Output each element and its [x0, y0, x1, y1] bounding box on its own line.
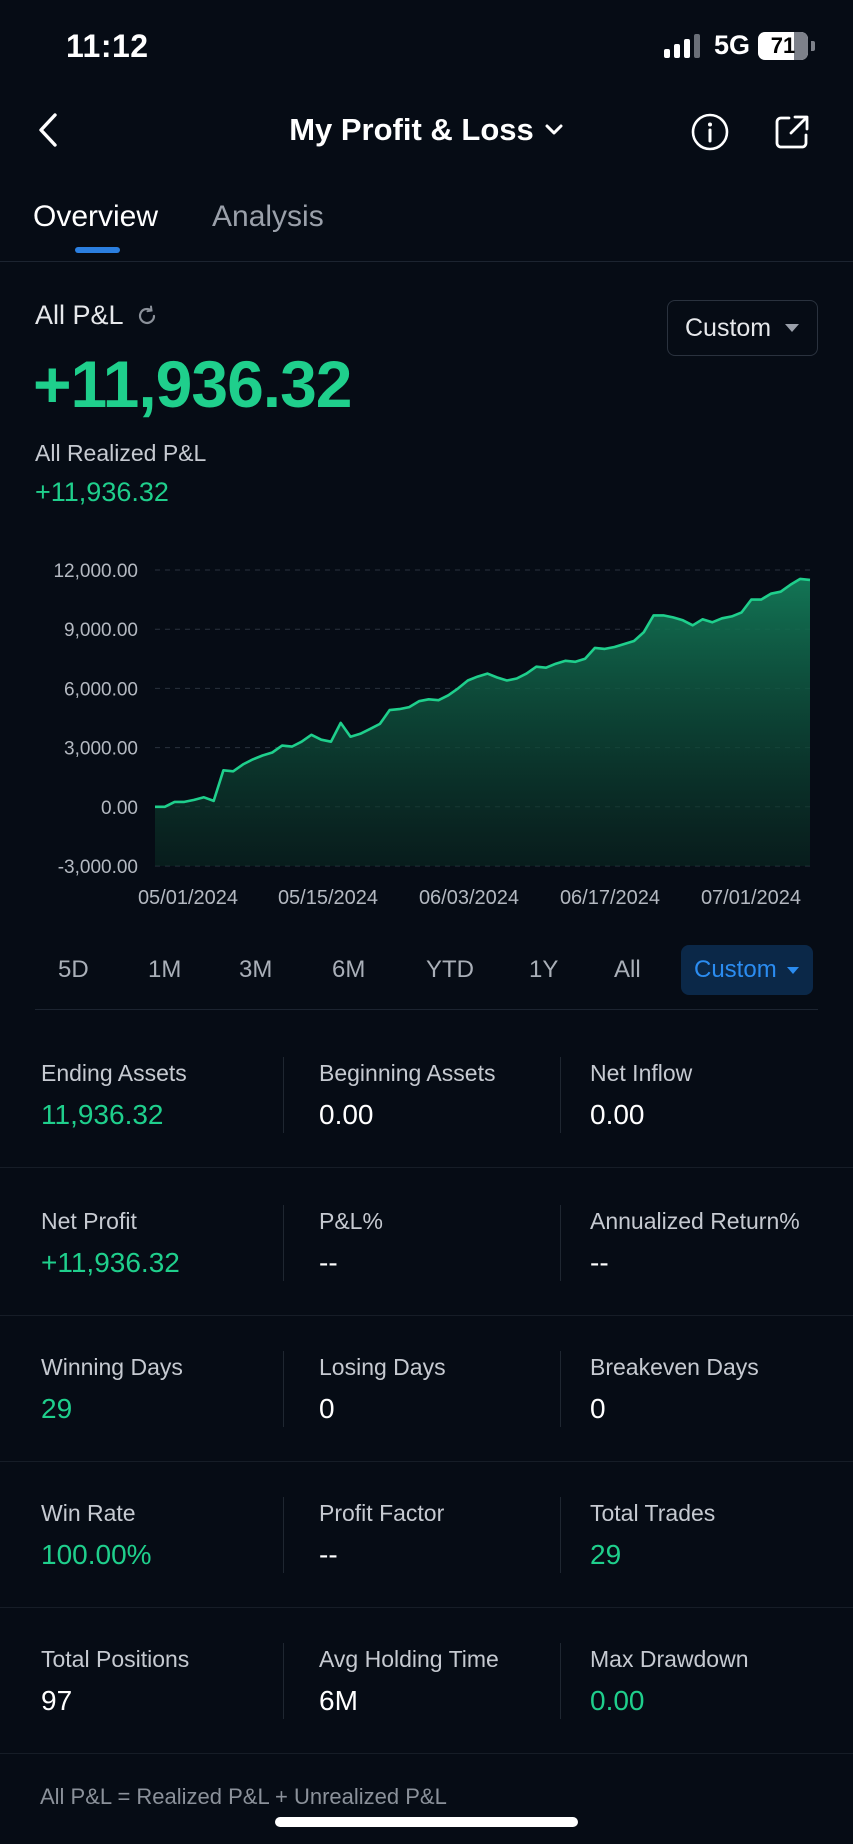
- y-tick-label: -3,000.00: [58, 857, 138, 878]
- all-pl-label-group: All P&L: [35, 300, 158, 331]
- caret-down-icon: [786, 966, 799, 974]
- stats-row: Ending Assets 11,936.32 Beginning Assets 0…: [0, 1022, 853, 1168]
- tab-analysis[interactable]: Analysis: [212, 200, 324, 234]
- stat-label: Win Rate: [41, 1500, 136, 1526]
- range-6m[interactable]: 6M: [332, 945, 365, 995]
- caret-down-icon: [785, 324, 799, 332]
- stat-label: Avg Holding Time: [319, 1646, 499, 1672]
- all-pl-value: +11,936.32: [33, 347, 353, 421]
- x-tick-label: 05/15/2024: [278, 887, 378, 909]
- stat-label: Total Trades: [590, 1500, 716, 1526]
- stats-row: Win Rate 100.00% Profit Factor -- Total Tr…: [0, 1462, 853, 1608]
- stat-value: 29: [41, 1393, 73, 1424]
- range-5d[interactable]: 5D: [58, 945, 89, 995]
- home-indicator[interactable]: [275, 1817, 578, 1827]
- signal-icon: [663, 33, 700, 58]
- y-tick-label: 0.00: [101, 798, 138, 819]
- share-icon: [775, 115, 809, 149]
- range-ytd[interactable]: YTD: [426, 945, 474, 995]
- refresh-icon[interactable]: [136, 305, 158, 327]
- stat-value: 100.00%: [41, 1539, 152, 1570]
- stat-value: 0: [319, 1393, 335, 1424]
- range-all[interactable]: All: [614, 945, 641, 995]
- stat-value: +11,936.32: [41, 1247, 180, 1278]
- x-tick-label: 07/01/2024: [701, 887, 801, 909]
- stat-label: Breakeven Days: [590, 1354, 759, 1380]
- stat-value: --: [319, 1247, 338, 1278]
- stat-label: Net Inflow: [590, 1060, 693, 1086]
- range-divider: [35, 1009, 818, 1010]
- page-title: My Profit & Loss: [289, 112, 534, 147]
- stat-value: 0.00: [590, 1099, 645, 1130]
- stat-value: 11,936.32: [41, 1099, 164, 1130]
- y-tick-label: 3,000.00: [64, 739, 138, 760]
- stat-label: Net Profit: [41, 1208, 137, 1234]
- info-button[interactable]: [690, 112, 730, 152]
- stat-value: 0.00: [319, 1099, 374, 1130]
- status-time: 11:12: [66, 28, 149, 64]
- active-tab-indicator: [75, 247, 120, 253]
- range-3m[interactable]: 3M: [239, 945, 272, 995]
- range-selector: 5D 1M 3M 6M YTD 1Y All Custom: [35, 945, 818, 995]
- stats-row: Net Profit +11,936.32 P&L% -- Annualized R…: [0, 1170, 853, 1316]
- tab-overview[interactable]: Overview: [33, 200, 158, 234]
- stat-label: Winning Days: [41, 1354, 183, 1380]
- stat-value: 29: [590, 1539, 622, 1570]
- y-tick-label: 6,000.00: [64, 679, 138, 700]
- y-tick-label: 9,000.00: [64, 620, 138, 641]
- range-custom[interactable]: Custom: [681, 945, 813, 995]
- x-tick-label: 06/17/2024: [560, 887, 660, 909]
- realized-pl-value: +11,936.32: [35, 477, 169, 507]
- stat-label: Ending Assets: [41, 1060, 187, 1086]
- share-button[interactable]: [772, 112, 812, 152]
- x-tick-label: 05/01/2024: [138, 887, 238, 909]
- battery-level: 71: [770, 32, 796, 58]
- realized-pl-label: All Realized P&L: [35, 440, 207, 466]
- battery-icon: 71: [758, 31, 815, 60]
- period-dropdown[interactable]: Custom: [667, 300, 818, 356]
- stat-value: 0: [590, 1393, 606, 1424]
- range-1y[interactable]: 1Y: [529, 945, 558, 995]
- tab-divider: [0, 261, 853, 262]
- stat-label: Profit Factor: [319, 1500, 445, 1526]
- footnote: All P&L = Realized P&L + Unrealized P&L: [40, 1784, 447, 1809]
- stat-value: --: [590, 1247, 609, 1278]
- x-tick-label: 06/03/2024: [419, 887, 519, 909]
- stat-label: Annualized Return%: [590, 1208, 800, 1234]
- all-pl-label: All P&L: [35, 300, 124, 330]
- stat-value: 0.00: [590, 1685, 645, 1716]
- stat-label: Beginning Assets: [319, 1060, 496, 1086]
- stats-row: Winning Days 29 Losing Days 0 Breakeven Da…: [0, 1316, 853, 1462]
- stat-label: P&L%: [319, 1208, 383, 1234]
- pl-chart: 12,000.00 9,000.00 6,000.00 3,000.00 0.00 -3,…: [53, 561, 815, 909]
- period-dropdown-label: Custom: [685, 313, 772, 342]
- stat-label: Total Positions: [41, 1646, 190, 1672]
- stat-value: 6M: [319, 1685, 358, 1716]
- range-custom-label: Custom: [694, 956, 777, 983]
- info-icon: [691, 113, 729, 151]
- status-indicators: 5G 71: [663, 30, 815, 61]
- network-type: 5G: [713, 30, 750, 60]
- chevron-down-icon: [545, 124, 563, 135]
- stat-value: 97: [41, 1685, 73, 1716]
- stat-label: Losing Days: [319, 1354, 446, 1380]
- range-1m[interactable]: 1M: [148, 945, 181, 995]
- stats-row: Total Positions 97 Avg Holding Time 6M Max…: [0, 1608, 853, 1754]
- stat-value: --: [319, 1539, 338, 1570]
- stat-label: Max Drawdown: [590, 1646, 749, 1672]
- y-tick-label: 12,000.00: [53, 561, 138, 582]
